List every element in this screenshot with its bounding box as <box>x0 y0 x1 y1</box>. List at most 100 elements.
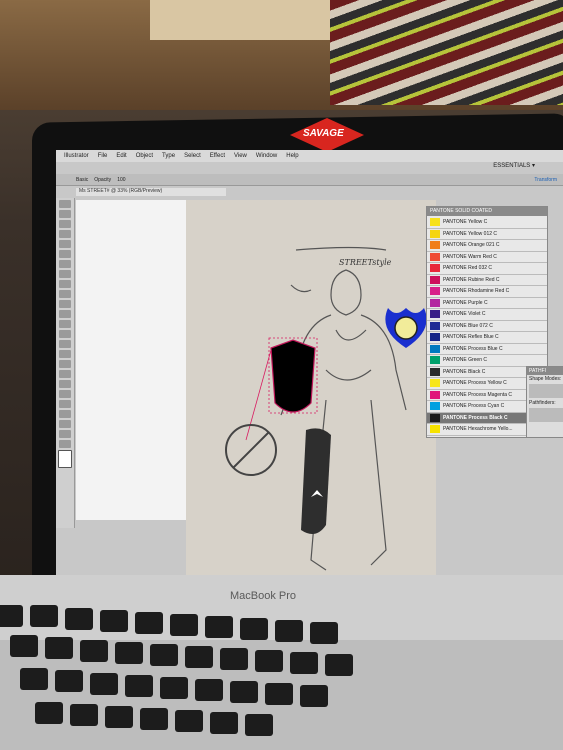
key-w[interactable] <box>45 637 73 659</box>
swatch-chip <box>430 402 440 411</box>
brush-tool-icon[interactable] <box>59 270 71 278</box>
swatch-row[interactable]: PANTONE Rhodamine Red C <box>427 286 547 298</box>
sketch-title: STREETstyle <box>339 258 392 267</box>
swatch-row[interactable]: PANTONE Reflex Blue C <box>427 332 547 344</box>
workspace-switcher[interactable]: ESSENTIALS ▾ <box>493 162 535 169</box>
hand-tool-icon[interactable] <box>59 430 71 438</box>
key-v[interactable] <box>140 708 168 730</box>
key-f[interactable] <box>125 675 153 697</box>
swatch-row[interactable]: PANTONE Violet C <box>427 309 547 321</box>
key-t[interactable] <box>150 644 178 666</box>
direct-selection-tool-icon[interactable] <box>59 210 71 218</box>
scale-tool-icon[interactable] <box>59 300 71 308</box>
swatch-row[interactable]: PANTONE Orange 021 C <box>427 240 547 252</box>
key-i[interactable] <box>255 650 283 672</box>
key-0[interactable] <box>310 622 338 644</box>
shield-shape[interactable] <box>270 339 316 413</box>
key-1[interactable] <box>0 605 23 627</box>
zoom-tool-icon[interactable] <box>59 440 71 448</box>
key-o[interactable] <box>290 652 318 674</box>
artboard-tool-icon[interactable] <box>59 400 71 408</box>
key-x[interactable] <box>70 704 98 726</box>
shape-builder-tool-icon[interactable] <box>59 330 71 338</box>
pen-tool-icon[interactable] <box>59 230 71 238</box>
menu-item-illustrator[interactable]: Illustrator <box>64 153 89 159</box>
key-4[interactable] <box>100 610 128 632</box>
key-7[interactable] <box>205 616 233 638</box>
key-2[interactable] <box>30 605 58 627</box>
menu-item-view[interactable]: View <box>234 153 247 159</box>
orb-shape[interactable] <box>394 316 418 340</box>
key-u[interactable] <box>220 648 248 670</box>
magic-wand-tool-icon[interactable] <box>59 220 71 228</box>
eyedropper-tool-icon[interactable] <box>59 360 71 368</box>
menu-item-type[interactable]: Type <box>162 153 175 159</box>
key-6[interactable] <box>170 614 198 636</box>
swatch-row[interactable]: PANTONE Warm Red C <box>427 252 547 263</box>
swatch-row[interactable]: PANTONE Yellow 012 C <box>427 229 547 240</box>
opacity-value[interactable]: 100 <box>117 177 125 183</box>
shape-mode-buttons[interactable] <box>529 384 563 398</box>
free-transform-tool-icon[interactable] <box>59 320 71 328</box>
key-a[interactable] <box>20 668 48 690</box>
rectangle-tool-icon[interactable] <box>59 260 71 268</box>
menu-item-file[interactable]: File <box>98 153 108 159</box>
fill-stroke-icon[interactable] <box>58 450 72 468</box>
key-l[interactable] <box>300 685 328 707</box>
document-tab[interactable]: Ms STREET# @ 33% (RGB/Preview) <box>76 188 226 196</box>
swatches-panel-title[interactable]: PANTONE SOLID COATED <box>427 207 547 216</box>
swatch-row[interactable]: PANTONE Process Blue C <box>427 344 547 355</box>
graph-tool-icon[interactable] <box>59 390 71 398</box>
swatch-row[interactable]: PANTONE Rubine Red C <box>427 275 547 286</box>
pencil-tool-icon[interactable] <box>59 280 71 288</box>
swatch-row[interactable]: PANTONE Green C <box>427 355 547 367</box>
key-k[interactable] <box>265 683 293 705</box>
pathfinder-title[interactable]: PATHFI <box>527 367 563 375</box>
key-h[interactable] <box>195 679 223 701</box>
type-tool-icon[interactable] <box>59 240 71 248</box>
key-n[interactable] <box>210 712 238 734</box>
key-y[interactable] <box>185 646 213 668</box>
menu-item-edit[interactable]: Edit <box>116 153 126 159</box>
line-tool-icon[interactable] <box>59 250 71 258</box>
swatch-chip <box>430 252 440 261</box>
key-3[interactable] <box>65 608 93 630</box>
swatch-row[interactable]: PANTONE Purple C <box>427 298 547 309</box>
key-z[interactable] <box>35 702 63 724</box>
width-tool-icon[interactable] <box>59 310 71 318</box>
swatch-row[interactable]: PANTONE Blue 072 C <box>427 321 547 332</box>
key-q[interactable] <box>10 635 38 657</box>
selection-tool-icon[interactable] <box>59 200 71 208</box>
key-8[interactable] <box>240 618 268 640</box>
key-g[interactable] <box>160 677 188 699</box>
key-r[interactable] <box>115 642 143 664</box>
symbol-sprayer-tool-icon[interactable] <box>59 380 71 388</box>
gradient-tool-icon[interactable] <box>59 350 71 358</box>
stroke-style-label[interactable]: Basic <box>76 177 88 183</box>
swatch-row[interactable]: PANTONE Yellow C <box>427 217 547 229</box>
menu-item-select[interactable]: Select <box>184 153 201 159</box>
mesh-tool-icon[interactable] <box>59 340 71 348</box>
rotate-tool-icon[interactable] <box>59 290 71 298</box>
key-j[interactable] <box>230 681 258 703</box>
key-m[interactable] <box>245 714 273 736</box>
key-e[interactable] <box>80 640 108 662</box>
transform-link[interactable]: Transform <box>534 177 557 183</box>
blend-tool-icon[interactable] <box>59 370 71 378</box>
menu-item-window[interactable]: Window <box>256 153 277 159</box>
key-p[interactable] <box>325 654 353 676</box>
key-s[interactable] <box>55 670 83 692</box>
swatch-row[interactable]: PANTONE Red 032 C <box>427 263 547 275</box>
slice-tool-icon[interactable] <box>59 410 71 418</box>
key-b[interactable] <box>175 710 203 732</box>
pathfinder-buttons[interactable] <box>529 408 563 422</box>
key-c[interactable] <box>105 706 133 728</box>
key-5[interactable] <box>135 612 163 634</box>
menu-item-object[interactable]: Object <box>136 153 153 159</box>
eraser-tool-icon[interactable] <box>59 420 71 428</box>
key-9[interactable] <box>275 620 303 642</box>
artboard-canvas[interactable] <box>186 200 436 580</box>
menu-item-effect[interactable]: Effect <box>210 153 225 159</box>
menu-item-help[interactable]: Help <box>286 153 298 159</box>
key-d[interactable] <box>90 673 118 695</box>
